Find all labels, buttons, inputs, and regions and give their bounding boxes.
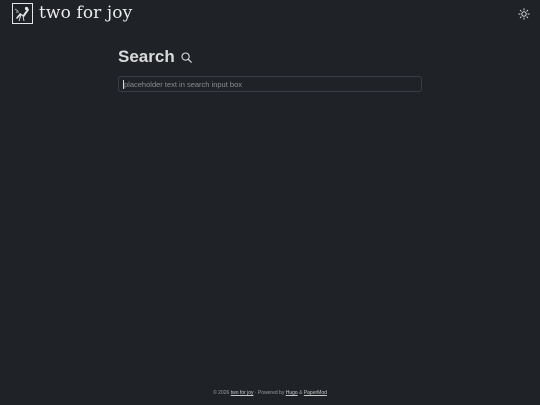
magpie-logo-icon xyxy=(12,3,33,24)
search-icon xyxy=(181,51,192,63)
hugo-link[interactable]: Hugo xyxy=(286,390,298,396)
page: two for joy Search placeholder text in s… xyxy=(0,0,540,405)
main-content: Search xyxy=(118,46,422,92)
home-link[interactable]: two for joy xyxy=(12,3,132,24)
footer-powered-by: · Powered by xyxy=(253,390,286,396)
page-title: Search xyxy=(118,46,422,68)
page-title-text: Search xyxy=(118,47,175,66)
site-header: two for joy xyxy=(0,0,540,28)
sun-icon[interactable] xyxy=(518,8,530,20)
search-input[interactable] xyxy=(118,76,422,92)
site-title: two for joy xyxy=(39,3,133,23)
text-cursor xyxy=(123,80,124,89)
copyright-text: © 2026 xyxy=(213,390,230,396)
footer-site-link[interactable]: two for joy xyxy=(231,390,254,396)
site-footer: © 2026 two for joy · Powered by Hugo & P… xyxy=(0,390,540,396)
papermod-link[interactable]: PaperMod xyxy=(304,390,327,396)
